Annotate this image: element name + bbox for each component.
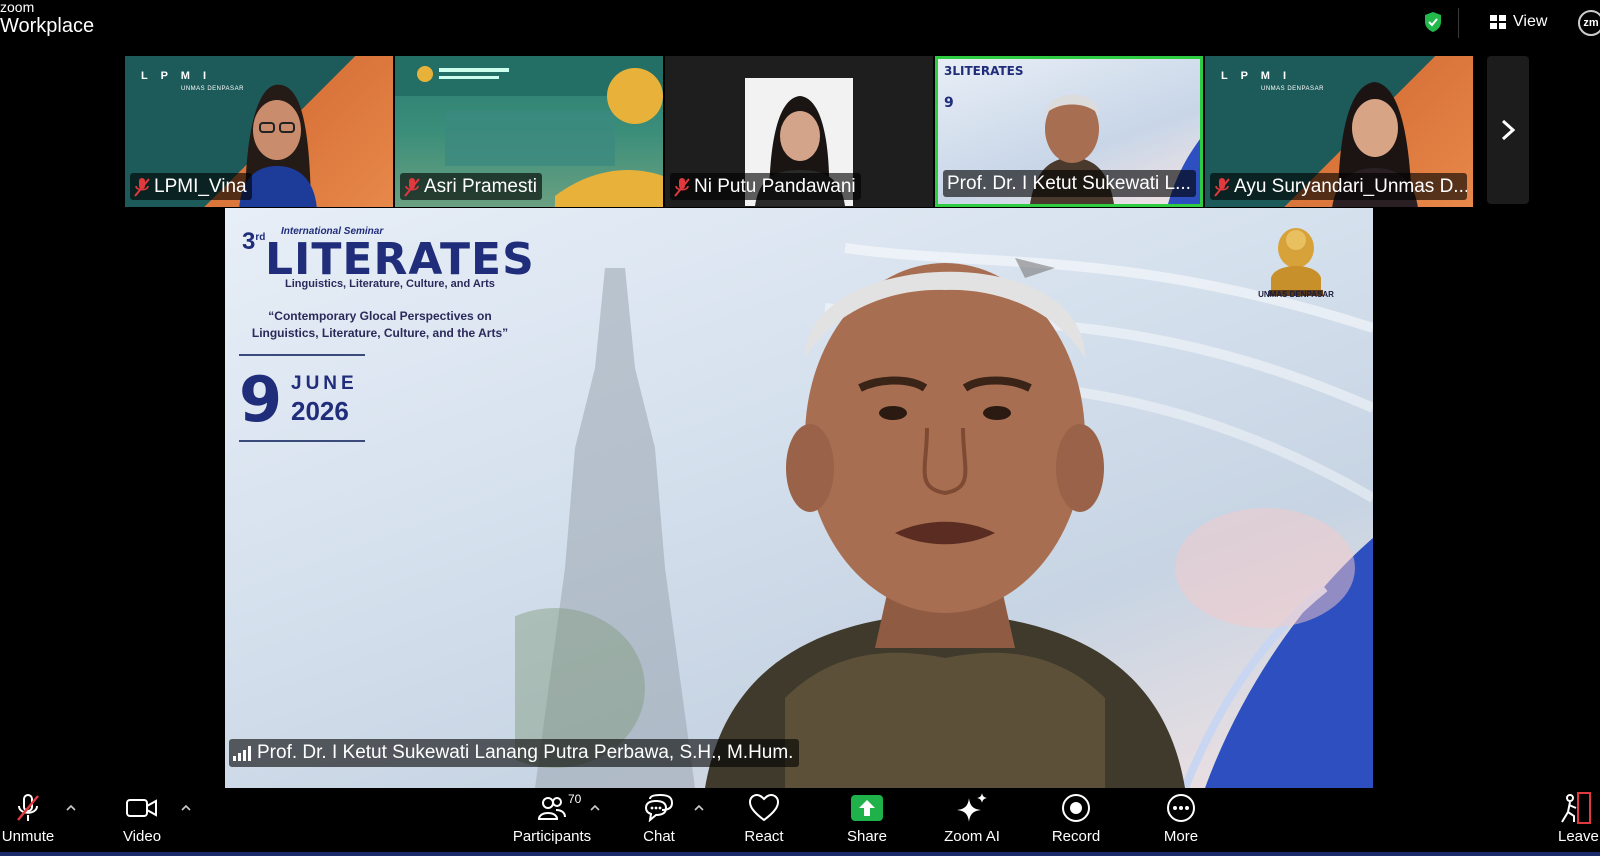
brand-workplace: Workplace — [0, 15, 95, 37]
unmute-label: Unmute — [1, 828, 55, 845]
audio-options-caret-icon[interactable] — [65, 802, 77, 814]
slide-edition-number: 3rd — [242, 228, 266, 255]
muted-mic-icon — [404, 177, 420, 197]
lpmi-logo: L P M I — [1221, 70, 1292, 82]
sparkle-icon — [957, 793, 987, 822]
chat-bubbles-icon — [644, 794, 674, 822]
more-dots-icon — [1167, 794, 1195, 822]
slide-divider-top — [239, 354, 365, 356]
participants-label: Participants — [512, 828, 592, 845]
record-icon-wrap — [1061, 788, 1091, 828]
brand-zoom: zoom — [0, 0, 35, 15]
participants-icon-wrap: 70 — [510, 788, 594, 828]
video-icon-wrap — [126, 788, 158, 828]
zoom-ai-button[interactable]: Zoom AI — [940, 788, 1004, 856]
video-tile-asri-pramesti[interactable]: Asri Pramesti — [395, 56, 663, 207]
slide-month: JUNE — [291, 373, 358, 394]
more-label: More — [1163, 828, 1199, 845]
signal-strength-icon — [233, 745, 251, 761]
more-icon-wrap — [1166, 788, 1196, 828]
slide-divider-bottom — [239, 440, 365, 442]
video-tile-lpmi-vina[interactable]: L P M I UNMAS DENPASAR LPMI_Vina — [125, 56, 393, 207]
tile-name-tag: Ayu Suryandari_Unmas D... — [1210, 173, 1467, 200]
tile-name-tag: Asri Pramesti — [400, 173, 542, 200]
react-button[interactable]: React — [740, 788, 788, 856]
participants-button[interactable]: 70 Participants — [510, 788, 594, 856]
svg-text:9: 9 — [944, 95, 954, 111]
video-options-caret-icon[interactable] — [180, 802, 192, 814]
zoom-ai-icon-wrap — [955, 788, 989, 828]
record-button[interactable]: Record — [1052, 788, 1100, 856]
muted-microphone-icon — [17, 794, 39, 821]
account-avatar[interactable]: zm — [1578, 10, 1600, 36]
react-label: React — [744, 828, 784, 845]
video-tile-ayu-suryandari[interactable]: L P M I UNMAS DENPASAR Ayu Suryandari_Un… — [1205, 56, 1473, 207]
lpmi-sub: UNMAS DENPASAR — [1261, 86, 1324, 92]
unmute-button[interactable]: Unmute — [0, 788, 56, 856]
chat-options-caret-icon[interactable] — [693, 802, 705, 814]
muted-mic-icon — [674, 177, 690, 197]
video-button[interactable]: Video — [117, 788, 167, 856]
speaker-name: Prof. Dr. I Ketut Sukewati Lanang Putra … — [257, 742, 794, 763]
participants-count: 70 — [568, 792, 582, 806]
meeting-toolbar: Unmute Video 70 Participants Chat React … — [0, 788, 1600, 856]
view-label: View — [1513, 13, 1548, 30]
leave-door-icon — [1561, 792, 1591, 824]
more-button[interactable]: More — [1161, 788, 1201, 856]
slide-day: 9 — [239, 363, 283, 436]
bottom-accent-strip — [0, 852, 1600, 856]
video-tile-prof-sukewati[interactable]: 3LITERATES 9 Prof. Dr. I Ketut Sukewati … — [935, 56, 1203, 207]
video-tile-ni-putu-pandawani[interactable]: Ni Putu Pandawani — [665, 56, 933, 207]
tile-name-tag: Prof. Dr. I Ketut Sukewati L... — [943, 170, 1196, 197]
speaker-name-tag: Prof. Dr. I Ketut Sukewati Lanang Putra … — [229, 739, 800, 767]
leave-button[interactable]: Leave — [1558, 788, 1600, 856]
encryption-shield-icon[interactable] — [1423, 11, 1443, 33]
participants-options-caret-icon[interactable] — [589, 802, 601, 814]
ganesha-logo-label: UNMAS DENPASAR — [1258, 290, 1334, 299]
muted-mic-icon — [134, 177, 150, 197]
leave-label: Leave — [1558, 828, 1599, 845]
heart-icon — [749, 794, 779, 822]
participant-name: Ayu Suryandari_Unmas D... — [1234, 175, 1467, 197]
view-button[interactable]: View — [1490, 10, 1547, 34]
tile-name-tag: Ni Putu Pandawani — [670, 173, 861, 200]
slide-year: 2026 — [291, 396, 349, 426]
gallery-next-button[interactable] — [1487, 56, 1529, 204]
react-icon-wrap — [749, 788, 779, 828]
unmute-icon-wrap — [15, 788, 41, 828]
active-speaker-video[interactable]: 3rd International Seminar LITERATES Ling… — [225, 208, 1373, 788]
record-label: Record — [1051, 828, 1101, 845]
participant-name: LPMI_Vina — [154, 175, 247, 197]
video-camera-icon — [126, 799, 157, 817]
share-screen-icon — [851, 795, 883, 821]
tile-name-tag: LPMI_Vina — [130, 173, 252, 200]
chat-button[interactable]: Chat — [636, 788, 682, 856]
participant-name: Asri Pramesti — [424, 175, 537, 197]
muted-mic-icon — [1214, 177, 1230, 197]
share-button[interactable]: Share — [846, 788, 888, 856]
slide-quote: “Contemporary Glocal Perspectives on Lin… — [251, 309, 509, 340]
participant-name: Prof. Dr. I Ketut Sukewati L... — [947, 172, 1191, 194]
zoom-ai-label: Zoom AI — [944, 828, 1000, 845]
slide-tagline: Linguistics, Literature, Culture, and Ar… — [285, 278, 495, 290]
share-icon-wrap — [851, 788, 883, 828]
lpmi-logo: L P M I — [141, 70, 212, 82]
chevron-right-icon — [1501, 119, 1515, 141]
participants-icon — [538, 797, 566, 820]
participant-name: Ni Putu Pandawani — [694, 175, 856, 197]
share-label: Share — [846, 828, 888, 845]
chat-label: Chat — [643, 828, 675, 845]
grid-view-icon — [1490, 15, 1506, 29]
leave-icon-wrap — [1558, 788, 1592, 828]
topbar-divider — [1458, 8, 1459, 38]
video-label: Video — [122, 828, 162, 845]
chat-icon-wrap — [644, 788, 674, 828]
svg-text:3LITERATES: 3LITERATES — [944, 64, 1023, 78]
top-bar: zoom Workplace View zm — [0, 0, 1600, 50]
record-icon — [1062, 794, 1090, 822]
speaker-video-feed — [705, 263, 1185, 788]
